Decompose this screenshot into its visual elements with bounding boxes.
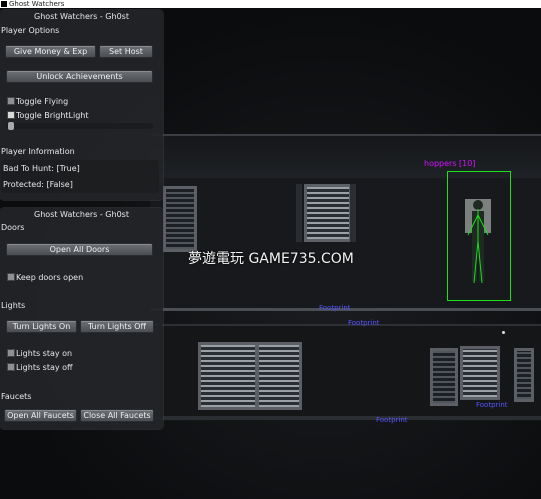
lights-stay-off-label: Lights stay off [16, 363, 73, 372]
checkbox-icon [7, 97, 15, 105]
open-all-doors-button[interactable]: Open All Doors [6, 243, 153, 256]
ghost-esp-label: hoppers [10] [424, 159, 476, 168]
upper-window [304, 184, 352, 242]
open-all-faucets-button[interactable]: Open All Faucets [4, 409, 77, 422]
player-info-box: Bad To Hunt: [True] Protected: [False] [1, 160, 159, 193]
porch-edge [150, 416, 541, 420]
lights-heading: Lights [1, 301, 26, 310]
player-information-heading: Player Information [1, 147, 75, 156]
turn-lights-on-button[interactable]: Turn Lights On [6, 320, 77, 333]
watermark: 夢遊電玩 GAME735.COM [188, 251, 354, 267]
set-host-button[interactable]: Set Host [99, 45, 153, 58]
app-icon [1, 1, 7, 7]
toggle-flying-label: Toggle Flying [16, 97, 69, 106]
slider-thumb[interactable] [8, 122, 14, 130]
protected-status: Protected: [False] [3, 180, 73, 189]
lights-stay-off-checkbox[interactable]: Lights stay off [7, 363, 73, 372]
window-title: Ghost Watchers [9, 0, 65, 8]
footprint-label: Footprint [319, 304, 351, 312]
checkbox-icon [7, 363, 15, 371]
faucets-heading: Faucets [1, 392, 32, 401]
player-options-heading: Player Options [1, 26, 60, 35]
lower-window [256, 342, 302, 410]
lights-stay-on-checkbox[interactable]: Lights stay on [7, 349, 72, 358]
toggle-flying-checkbox[interactable]: Toggle Flying [7, 97, 68, 106]
close-all-faucets-button[interactable]: Close All Faucets [80, 409, 154, 422]
upper-window-left [163, 186, 197, 252]
unlock-achievements-button[interactable]: Unlock Achievements [6, 70, 153, 83]
turn-lights-off-button[interactable]: Turn Lights Off [80, 320, 154, 333]
footprint-label: Footprint [348, 319, 380, 327]
ghost-esp-box [447, 171, 511, 301]
lower-window [198, 342, 258, 410]
footprint-label: Footprint [476, 401, 508, 409]
lights-stay-on-label: Lights stay on [16, 349, 73, 358]
panel-title: Ghost Watchers - Gh0st [34, 12, 129, 21]
shutter [296, 184, 302, 242]
light-point [502, 331, 505, 334]
give-money-exp-button[interactable]: Give Money & Exp [5, 45, 96, 58]
keep-doors-open-checkbox[interactable]: Keep doors open [7, 273, 83, 282]
checkbox-icon [7, 273, 15, 281]
shutter [350, 184, 356, 242]
doors-heading: Doors [1, 223, 25, 232]
checkbox-checked-icon [7, 111, 15, 119]
keep-doors-open-label: Keep doors open [16, 273, 84, 282]
lower-window-edge [514, 348, 534, 402]
world-menu-panel: Ghost Watchers - Gh0st Doors Open All Do… [0, 208, 163, 429]
toggle-brightlight-label: Toggle BrightLight [16, 111, 89, 120]
bad-to-hunt-status: Bad To Hunt: [True] [3, 164, 80, 173]
brightlight-slider[interactable] [6, 122, 153, 130]
panel-title: Ghost Watchers - Gh0st [34, 210, 129, 219]
lower-window-right [460, 346, 500, 400]
window-title-bar: Ghost Watchers [0, 0, 541, 8]
player-menu-panel: Ghost Watchers - Gh0st Player Options Gi… [0, 10, 163, 200]
checkbox-icon [7, 349, 15, 357]
lower-window-right [430, 348, 458, 406]
toggle-brightlight-checkbox[interactable]: Toggle BrightLight [7, 111, 89, 120]
footprint-label: Footprint [376, 416, 408, 424]
